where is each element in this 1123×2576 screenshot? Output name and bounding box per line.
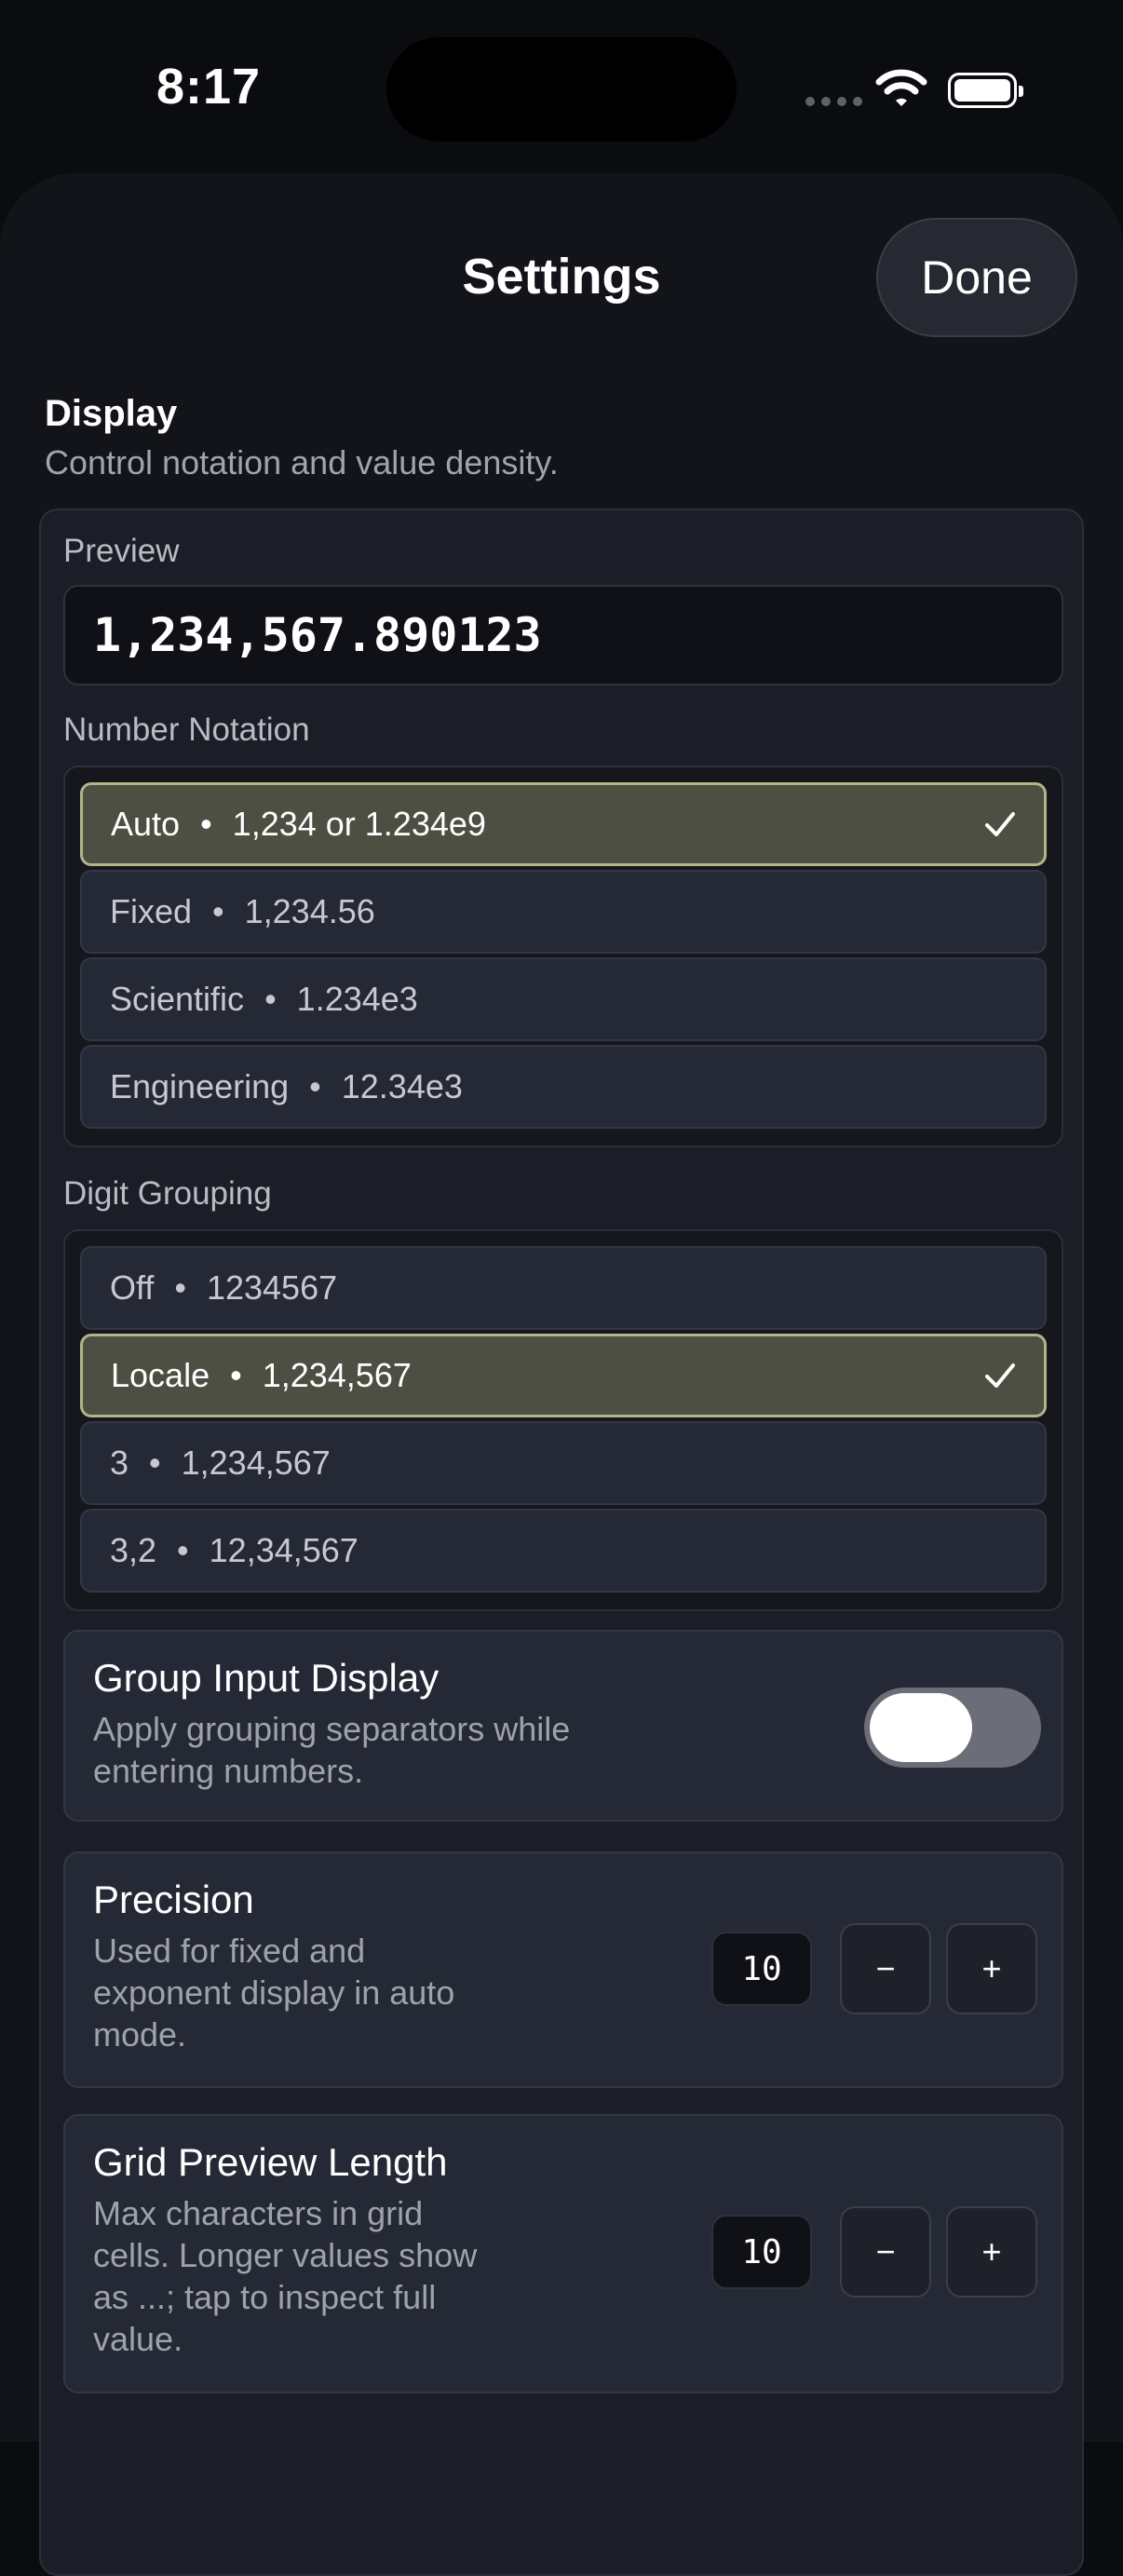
grid-preview-increment-button[interactable]: +	[946, 2206, 1037, 2298]
precision-description: Used for fixed and exponent display in a…	[93, 1932, 455, 2054]
option-example: 1234567	[206, 1268, 338, 1307]
wifi-icon	[875, 69, 927, 106]
notation-label: Number Notation	[63, 712, 310, 748]
group-input-toggle[interactable]	[864, 1688, 1041, 1768]
option-example: 12.34e3	[341, 1067, 463, 1105]
option-name: Fixed	[110, 892, 193, 930]
option-name: Off	[110, 1268, 155, 1307]
grouping-option-3[interactable]: 3 • 1,234,567	[80, 1421, 1047, 1505]
status-time: 8:17	[156, 59, 262, 115]
section-title: Display	[45, 393, 178, 434]
battery-icon	[948, 73, 1023, 108]
grid-preview-value[interactable]: 10	[711, 2215, 812, 2289]
notation-option-fixed[interactable]: Fixed • 1,234.56	[80, 870, 1047, 954]
group-input-display-row: Group Input Display Apply grouping separ…	[63, 1630, 1063, 1822]
option-example: 1,234 or 1.234e9	[232, 805, 486, 843]
grid-preview-title: Grid Preview Length	[93, 2140, 448, 2184]
option-name: 3,2	[110, 1531, 157, 1569]
notation-option-auto[interactable]: Auto • 1,234 or 1.234e9	[80, 782, 1047, 866]
precision-title: Precision	[93, 1878, 254, 1921]
grouping-label: Digit Grouping	[63, 1175, 272, 1212]
precision-increment-button[interactable]: +	[946, 1923, 1037, 2014]
notation-options: Auto • 1,234 or 1.234e9 Fixed • 1,234.56 Sci…	[63, 766, 1063, 1147]
option-example: 1,234.56	[244, 892, 375, 930]
grid-preview-decrement-button[interactable]: −	[840, 2206, 931, 2298]
status-bar: 8:17	[0, 0, 1123, 177]
option-name: Engineering	[110, 1067, 290, 1105]
group-input-title: Group Input Display	[93, 1656, 440, 1700]
option-example: 12,34,567	[209, 1531, 359, 1569]
notation-option-scientific[interactable]: Scientific • 1.234e3	[80, 957, 1047, 1041]
dynamic-island	[386, 37, 737, 142]
precision-row: Precision Used for fixed and exponent di…	[63, 1851, 1063, 2088]
option-name: 3	[110, 1444, 129, 1482]
grouping-option-locale[interactable]: Locale • 1,234,567	[80, 1334, 1047, 1417]
precision-value[interactable]: 10	[711, 1932, 812, 2006]
display-settings-card: Preview 1,234,567.890123 Number Notation…	[39, 508, 1084, 2576]
option-example: 1.234e3	[296, 980, 418, 1018]
option-name: Locale	[111, 1356, 210, 1394]
option-example: 1,234,567	[262, 1356, 412, 1394]
section-subtitle: Control notation and value density.	[45, 443, 559, 481]
option-example: 1,234,567	[181, 1444, 331, 1482]
option-name: Scientific	[110, 980, 245, 1018]
precision-decrement-button[interactable]: −	[840, 1923, 931, 2014]
done-button[interactable]: Done	[876, 218, 1077, 337]
preview-value: 1,234,567.890123	[63, 585, 1063, 685]
grid-preview-description: Max characters in grid cells. Longer val…	[93, 2194, 478, 2358]
settings-sheet: Settings Done Display Control notation a…	[0, 173, 1123, 2576]
checkmark-icon	[985, 1363, 1015, 1388]
grouping-option-3-2[interactable]: 3,2 • 12,34,567	[80, 1509, 1047, 1593]
toggle-knob	[870, 1693, 972, 1762]
grid-preview-length-row: Grid Preview Length Max characters in gr…	[63, 2114, 1063, 2393]
grouping-option-off[interactable]: Off • 1234567	[80, 1246, 1047, 1330]
grouping-options: Off • 1234567 Locale • 1,234,567 3 • 1,234,567…	[63, 1229, 1063, 1611]
notation-option-engineering[interactable]: Engineering • 12.34e3	[80, 1045, 1047, 1129]
group-input-description: Apply grouping separators while entering…	[93, 1710, 571, 1790]
preview-label: Preview	[63, 533, 180, 569]
cellular-signal-icon	[805, 97, 862, 106]
checkmark-icon	[985, 812, 1015, 836]
option-name: Auto	[111, 805, 181, 843]
